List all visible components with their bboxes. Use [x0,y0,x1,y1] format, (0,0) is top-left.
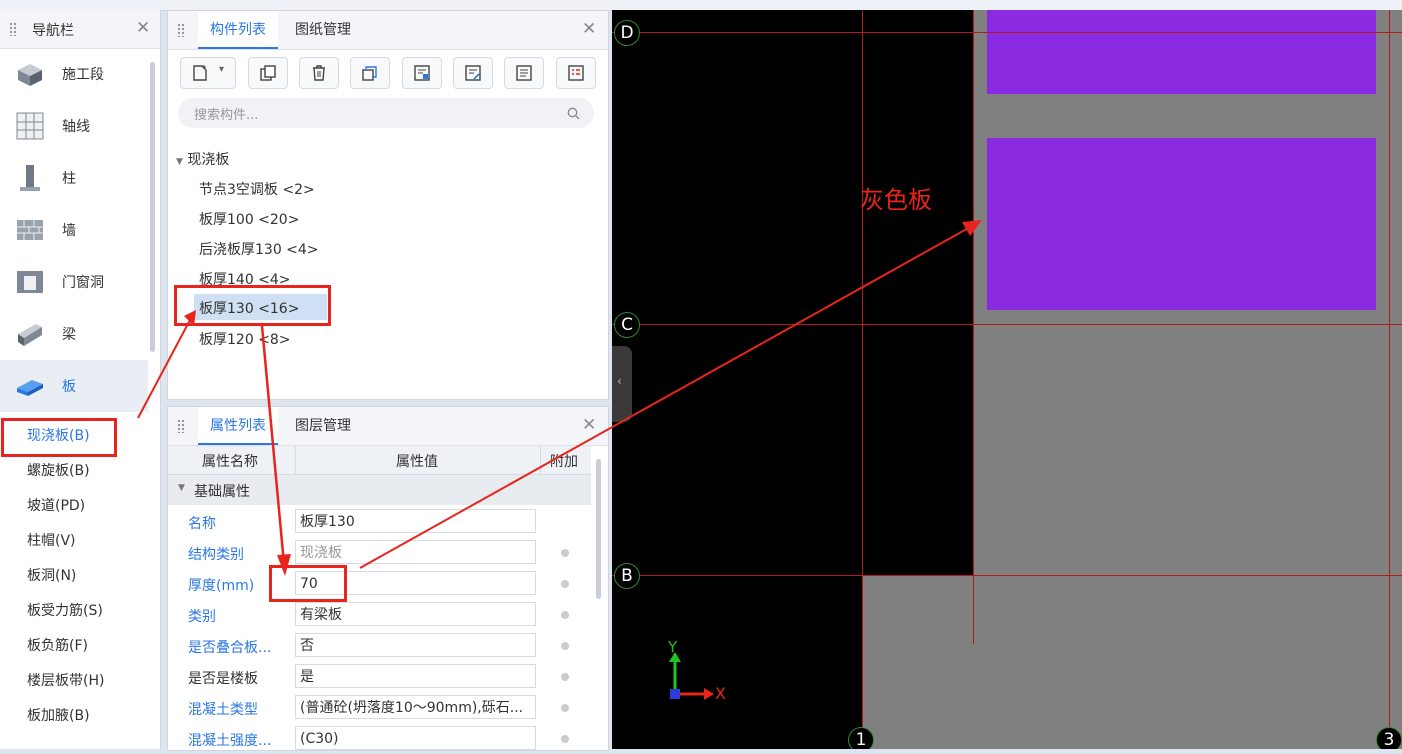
annotation-arrows [137,220,982,576]
